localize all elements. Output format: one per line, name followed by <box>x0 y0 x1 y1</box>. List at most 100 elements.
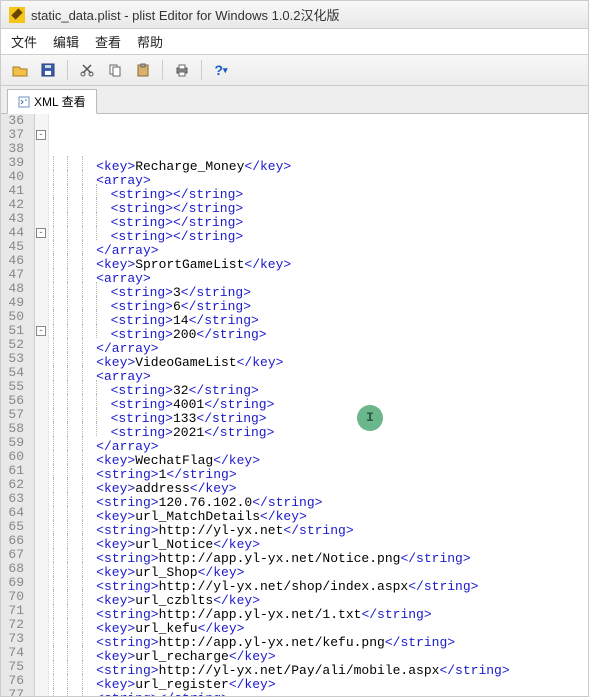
line-number: 69 <box>7 576 24 590</box>
fold-toggle[interactable]: - <box>36 228 46 238</box>
xml-icon <box>18 96 30 108</box>
app-icon <box>9 7 25 23</box>
code-area[interactable]: I <key>Recharge_Money</key><array><strin… <box>49 114 588 696</box>
code-line[interactable]: <string>6</string> <box>53 296 584 310</box>
separator <box>162 60 163 80</box>
code-line[interactable]: <string>14</string> <box>53 310 584 324</box>
line-number: 48 <box>7 282 24 296</box>
line-number: 72 <box>7 618 24 632</box>
line-number: 64 <box>7 506 24 520</box>
copy-icon[interactable] <box>104 59 126 81</box>
code-line[interactable]: </array> <box>53 240 584 254</box>
line-number: 46 <box>7 254 24 268</box>
line-number: 51 <box>7 324 24 338</box>
code-line[interactable]: <string></string> <box>53 212 584 226</box>
code-line[interactable]: <string>2021</string> <box>53 422 584 436</box>
code-line[interactable]: </array> <box>53 436 584 450</box>
code-line[interactable]: <key>VideoGameList</key> <box>53 352 584 366</box>
code-line[interactable]: <string>200</string> <box>53 324 584 338</box>
code-line[interactable]: <string>http://app.yl-yx.net/kefu.png</s… <box>53 632 584 646</box>
line-number: 70 <box>7 590 24 604</box>
line-number: 47 <box>7 268 24 282</box>
line-number: 37 <box>7 128 24 142</box>
line-number: 62 <box>7 478 24 492</box>
line-number: 42 <box>7 198 24 212</box>
titlebar: static_data.plist - plist Editor for Win… <box>1 1 588 29</box>
print-icon[interactable] <box>171 59 193 81</box>
line-number: 76 <box>7 674 24 688</box>
code-line[interactable]: <string>133</string> <box>53 408 584 422</box>
code-line[interactable]: </array> <box>53 338 584 352</box>
line-number: 57 <box>7 408 24 422</box>
code-line[interactable]: <array> <box>53 170 584 184</box>
line-number: 74 <box>7 646 24 660</box>
code-line[interactable]: <key>SprortGameList</key> <box>53 254 584 268</box>
line-number: 71 <box>7 604 24 618</box>
code-line[interactable]: <string></string> <box>53 226 584 240</box>
code-editor[interactable]: 3637383940414243444546474849505152535455… <box>1 114 588 696</box>
text-cursor-indicator: I <box>357 405 383 431</box>
code-line[interactable]: <string>4001</string> <box>53 394 584 408</box>
line-number: 52 <box>7 338 24 352</box>
code-line[interactable]: <string>http://app.yl-yx.net/Notice.png<… <box>53 548 584 562</box>
tab-xml-view[interactable]: XML 查看 <box>7 89 97 114</box>
separator <box>201 60 202 80</box>
line-number: 39 <box>7 156 24 170</box>
line-number: 40 <box>7 170 24 184</box>
line-number: 54 <box>7 366 24 380</box>
line-number: 66 <box>7 534 24 548</box>
line-number: 50 <box>7 310 24 324</box>
line-number: 75 <box>7 660 24 674</box>
tab-label: XML 查看 <box>34 93 86 110</box>
menubar: 文件 编辑 查看 帮助 <box>1 29 588 55</box>
code-line[interactable]: <array> <box>53 268 584 282</box>
code-line[interactable]: <string>http://yl-yx.net</string> <box>53 520 584 534</box>
code-line[interactable]: <string>http://yl-yx.net/shop/index.aspx… <box>53 576 584 590</box>
code-line[interactable]: <string>1</string> <box>53 464 584 478</box>
line-number: 44 <box>7 226 24 240</box>
line-number: 38 <box>7 142 24 156</box>
save-icon[interactable] <box>37 59 59 81</box>
line-number: 58 <box>7 422 24 436</box>
code-line[interactable]: <string></string> <box>53 198 584 212</box>
code-line[interactable]: <string>32</string> <box>53 380 584 394</box>
fold-toggle[interactable]: - <box>36 130 46 140</box>
menu-edit[interactable]: 编辑 <box>53 32 79 51</box>
separator <box>67 60 68 80</box>
fold-toggle[interactable]: - <box>36 326 46 336</box>
code-line[interactable]: <string>http://yl-yx.net/Pay/ali/mobile.… <box>53 660 584 674</box>
cut-icon[interactable] <box>76 59 98 81</box>
line-number: 60 <box>7 450 24 464</box>
line-number: 45 <box>7 240 24 254</box>
about-icon[interactable]: ?▾ <box>210 59 232 81</box>
paste-icon[interactable] <box>132 59 154 81</box>
line-number-gutter: 3637383940414243444546474849505152535455… <box>1 114 35 696</box>
fold-column: - - - <box>35 114 49 696</box>
code-line[interactable]: <key>WechatFlag</key> <box>53 450 584 464</box>
line-number: 55 <box>7 380 24 394</box>
code-line[interactable]: <string>http://app.yl-yx.net/1.txt</stri… <box>53 604 584 618</box>
code-line[interactable]: <array> <box>53 366 584 380</box>
line-number: 56 <box>7 394 24 408</box>
tabstrip: XML 查看 <box>1 86 588 114</box>
line-number: 63 <box>7 492 24 506</box>
code-line[interactable]: <key>Recharge_Money</key> <box>53 156 584 170</box>
line-number: 49 <box>7 296 24 310</box>
line-number: 61 <box>7 464 24 478</box>
code-line[interactable]: <string></string> <box>53 688 584 696</box>
open-icon[interactable] <box>9 59 31 81</box>
menu-file[interactable]: 文件 <box>11 32 37 51</box>
code-line[interactable]: <string>3</string> <box>53 282 584 296</box>
toolbar: ?▾ <box>1 55 588 86</box>
line-number: 73 <box>7 632 24 646</box>
window-title: static_data.plist - plist Editor for Win… <box>31 5 340 24</box>
line-number: 67 <box>7 548 24 562</box>
line-number: 41 <box>7 184 24 198</box>
code-line[interactable]: <key>address</key> <box>53 478 584 492</box>
code-line[interactable]: <string></string> <box>53 184 584 198</box>
code-line[interactable]: <string>120.76.102.0</string> <box>53 492 584 506</box>
menu-view[interactable]: 查看 <box>95 32 121 51</box>
line-number: 77 <box>7 688 24 696</box>
line-number: 43 <box>7 212 24 226</box>
menu-help[interactable]: 帮助 <box>137 32 163 51</box>
